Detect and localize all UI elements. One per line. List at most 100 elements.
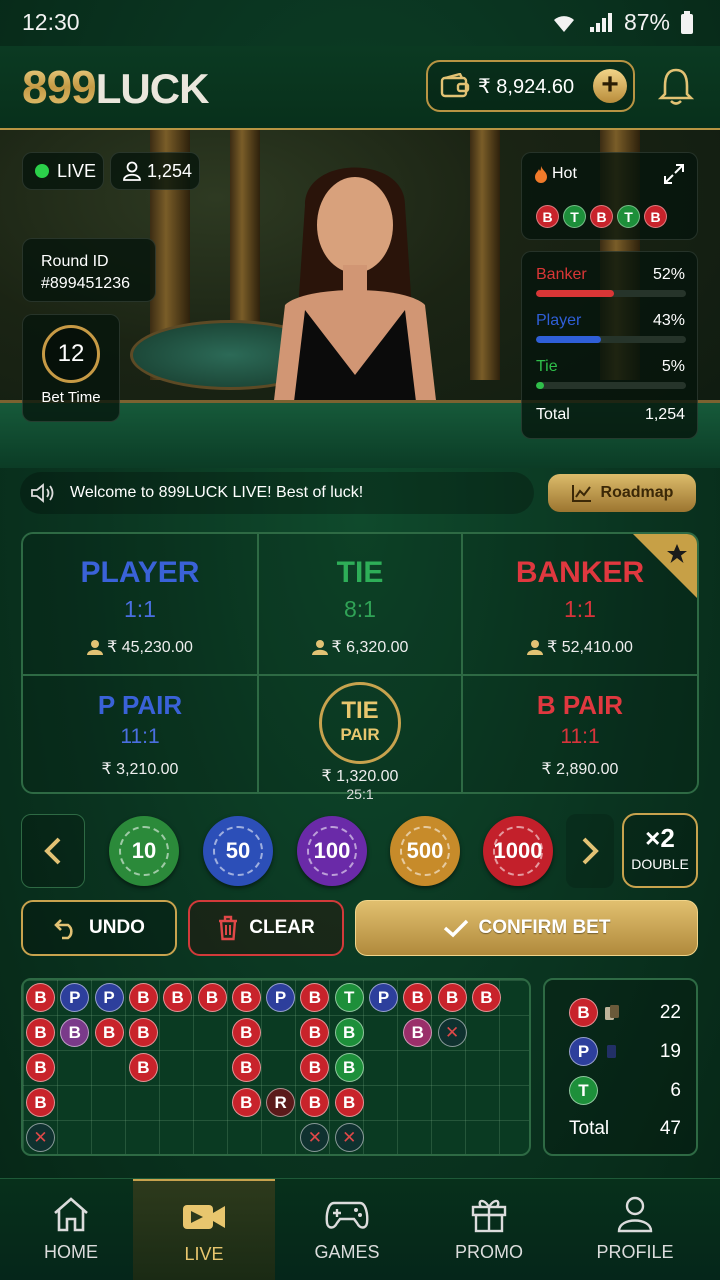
trend-bead: B [644, 205, 667, 228]
tie-pair-sub: PAIR [340, 725, 380, 744]
trash-icon [219, 915, 238, 941]
nav-home[interactable]: HOME [0, 1179, 142, 1280]
nav-games[interactable]: GAMES [276, 1179, 418, 1280]
road-bead: B [128, 1018, 158, 1047]
bet-ppair-name: P PAIR [97, 690, 183, 720]
results-summary: B 22 P 19 T 6 Total 47 [543, 978, 698, 1156]
trend-bead: B [536, 205, 559, 228]
hot-trend-panel: Hot BTBTB [521, 152, 698, 240]
chip-500-value: 500 [400, 826, 450, 876]
trend-bead: T [563, 205, 586, 228]
bet-bpair-amount: ₹ 2,890.00 [541, 761, 619, 778]
bet-player-pair[interactable]: P PAIR 11:1 ₹ 3,210.00 [23, 676, 259, 792]
chip-1000[interactable]: 1000 [483, 816, 553, 886]
bead-road-board[interactable]: B B B B ✕ P B P B B B B B B B B B B P R B B B B ✕ T B B B ✕ P B B B ✕ B [21, 978, 531, 1156]
bet-ppair-amount: ₹ 3,210.00 [101, 761, 179, 778]
tie-pair-badge: TIE PAIR [319, 682, 401, 764]
bet-stats-panel: Total 1,254 Banker 52% Player 43% Tie 5% [521, 251, 698, 439]
announcement-ticker: Welcome to 899LUCK LIVE! Best of luck! [20, 472, 534, 514]
summary-tie-count: 6 [670, 1079, 681, 1101]
bet-tie-pair[interactable]: TIE PAIR ₹ 1,320.00 25:1 [259, 676, 463, 802]
nav-promo[interactable]: PROMO [418, 1179, 560, 1280]
bet-ppair-odds: 11:1 [120, 725, 160, 748]
undo-button[interactable]: UNDO [21, 900, 177, 956]
road-bead: P [60, 983, 90, 1012]
tie-pair-title: TIE [341, 697, 379, 724]
road-bead: B [163, 983, 193, 1012]
chips-next-button[interactable] [566, 814, 614, 888]
road-bead: B [26, 983, 55, 1012]
nav-live[interactable]: LIVE [133, 1179, 275, 1280]
wifi-icon [553, 15, 574, 32]
summary-player-count: 19 [659, 1040, 681, 1062]
stats-total-label: Total [536, 406, 570, 423]
stats-row-label: Tie [536, 358, 558, 375]
cards-icon [605, 1004, 619, 1020]
bet-tie[interactable]: TIE 8:1 ₹ 6,320.00 [259, 534, 463, 676]
roadmap-button[interactable]: Roadmap [548, 474, 696, 512]
signal-icon [589, 12, 612, 32]
banker-bead: B [569, 998, 598, 1027]
stats-row-player: Player 43% [534, 298, 686, 344]
clock: 12:30 [22, 9, 80, 35]
double-bet-button[interactable]: ×2 DOUBLE [622, 813, 698, 888]
confirm-bet-button[interactable]: CONFIRM BET [355, 900, 698, 956]
road-bead: B [300, 1053, 330, 1082]
clear-label: CLEAR [249, 917, 315, 938]
user-icon [311, 640, 328, 655]
bet-tie-amount: ₹ 6,320.00 [331, 639, 409, 656]
undo-icon [54, 919, 73, 940]
logo-number: 899 [22, 61, 97, 113]
stats-total-value: 1,254 [644, 406, 685, 423]
bet-banker-odds: 1:1 [564, 596, 596, 622]
gamepad-icon [325, 1201, 369, 1229]
bet-timer: 12 Bet Time [22, 314, 120, 422]
wallet-balance[interactable]: ₹ 8,924.60 + [426, 60, 635, 112]
stats-row-label: Player [536, 312, 582, 329]
road-bead: B [231, 1088, 261, 1117]
notification-bell-icon[interactable] [658, 66, 694, 106]
road-bead: B [26, 1088, 55, 1117]
star-icon[interactable] [665, 542, 689, 566]
battery-icon [681, 10, 693, 34]
bet-bpair-odds: 11:1 [560, 725, 600, 748]
chip-50[interactable]: 50 [203, 816, 273, 886]
video-camera-icon [183, 1205, 225, 1229]
road-bead: B [231, 1018, 261, 1047]
double-label: DOUBLE [631, 856, 689, 872]
confirm-label: CONFIRM BET [478, 917, 611, 938]
chips-prev-button[interactable] [21, 814, 85, 888]
road-bead: B [471, 983, 501, 1012]
clear-button[interactable]: CLEAR [188, 900, 344, 956]
bet-banker-pair[interactable]: B PAIR 11:1 ₹ 2,890.00 [463, 676, 697, 792]
stats-row-label: Banker [536, 266, 587, 283]
road-bead: B [231, 1053, 261, 1082]
summary-total-label: Total [569, 1118, 610, 1139]
road-bead: B [300, 983, 330, 1012]
add-funds-button[interactable]: + [593, 69, 627, 103]
summary-banker: B 22 [569, 998, 681, 1027]
road-bead: B [334, 1088, 364, 1117]
chip-10[interactable]: 10 [109, 816, 179, 886]
expand-icon[interactable] [663, 163, 685, 185]
road-bead: B [197, 983, 227, 1012]
nav-profile[interactable]: PROFILE [563, 1179, 707, 1280]
chip-100[interactable]: 100 [297, 816, 367, 886]
road-bead: B [334, 1053, 364, 1082]
live-badge: LIVE [22, 152, 104, 190]
nav-live-label: LIVE [184, 1244, 224, 1264]
nav-promo-label: PROMO [454, 1242, 523, 1262]
road-bead: ✕ [26, 1123, 55, 1152]
cards-icon [607, 1044, 616, 1058]
viewer-count-value: 1,254 [147, 160, 193, 181]
app-logo[interactable]: 899 LUCK [22, 60, 209, 114]
chip-10-value: 10 [119, 826, 169, 876]
chart-icon [571, 485, 591, 502]
roadmap-label: Roadmap [600, 484, 674, 501]
bet-player[interactable]: PLAYER 1:1 ₹ 45,230.00 [23, 534, 259, 676]
chip-500[interactable]: 500 [390, 816, 460, 886]
chip-100-value: 100 [307, 826, 357, 876]
bet-bpair-name: B PAIR [536, 690, 624, 720]
stats-row-tie: Tie 5% [534, 344, 686, 390]
bet-banker[interactable]: BANKER 1:1 ₹ 52,410.00 [463, 534, 697, 676]
